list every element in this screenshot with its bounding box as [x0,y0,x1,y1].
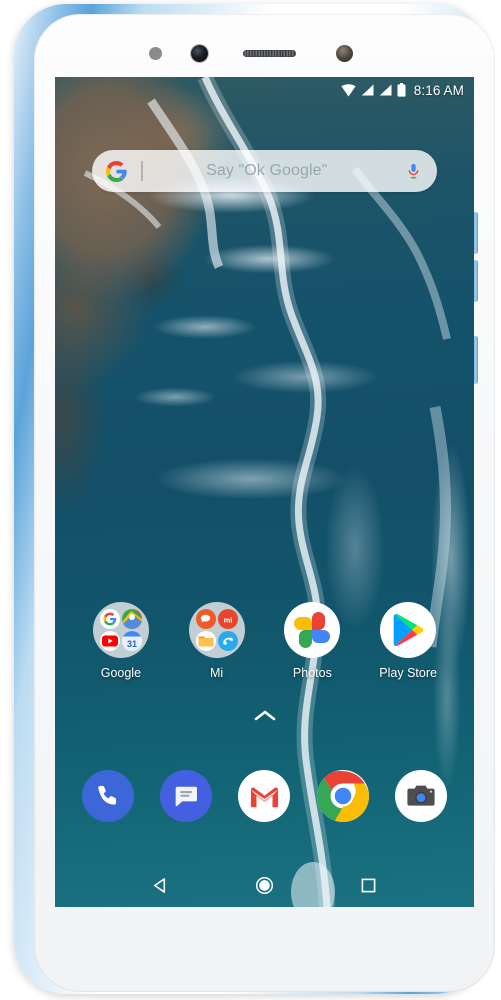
status-bar: 8:16 AM [55,77,474,103]
dock-item-messages[interactable] [147,770,225,822]
proximity-sensor [149,47,162,60]
home-button[interactable] [244,865,284,905]
dock [55,770,474,822]
dock-item-camera[interactable] [382,770,460,822]
recents-button[interactable] [348,865,388,905]
app-label-mi: Mi [210,666,224,680]
back-button[interactable] [141,865,181,905]
mi-store-icon: mi [217,609,238,629]
dock-item-gmail[interactable] [225,770,303,822]
mi-drop-icon [217,631,238,651]
app-label-google: Google [100,666,142,680]
home-app-grid: 31 Google mi Mi Photos Play Store [55,602,474,680]
chevron-up-icon[interactable] [254,709,276,722]
home-circle-icon[interactable] [255,876,274,895]
google-calendar-icon: 31 [121,631,142,651]
mic-icon[interactable] [405,160,422,182]
phone-icon[interactable] [82,770,135,822]
mi-file-manager-icon [195,631,216,651]
notification-led [336,45,353,62]
battery-icon [397,83,406,97]
signal-icon-1 [361,84,374,96]
phone-frame: 8:16 AM Say "Ok Google" 31 Google mi Mi … [14,4,495,994]
google-maps-icon [121,609,142,629]
chrome-icon[interactable] [316,770,369,822]
app-icon-play-store[interactable]: Play Store [360,602,456,680]
navigation-bar [55,863,474,907]
app-label-photos: Photos [292,666,332,680]
svg-text:31: 31 [127,639,137,649]
youtube-icon [99,631,120,651]
google-folder-icon[interactable]: 31 [92,602,149,658]
google-search-icon [99,609,120,629]
camera-icon[interactable] [394,770,447,822]
back-triangle-icon[interactable] [152,877,169,894]
google-photos-icon[interactable] [284,602,341,658]
front-camera [191,45,208,62]
signal-icon-2 [379,84,392,96]
gmail-icon[interactable] [238,770,291,822]
app-icon-mi-folder[interactable]: mi Mi [169,602,265,680]
google-search-bar[interactable]: Say "Ok Google" [92,150,437,192]
mi-community-icon [195,609,216,629]
status-time: 8:16 AM [413,82,464,98]
google-play-store-icon[interactable] [380,602,437,658]
wifi-icon [341,83,356,96]
dock-item-phone[interactable] [69,770,147,822]
app-drawer-handle[interactable] [55,709,474,722]
messages-icon[interactable] [160,770,213,822]
phone-screen[interactable]: 8:16 AM Say "Ok Google" 31 Google mi Mi … [55,77,474,907]
google-g-icon[interactable] [105,160,128,183]
svg-text:mi: mi [223,615,232,624]
recents-square-icon[interactable] [361,878,376,893]
dock-item-chrome[interactable] [304,770,382,822]
search-input[interactable]: Say "Ok Google" [135,162,406,180]
earpiece-speaker [243,50,296,57]
app-label-play-store: Play Store [379,666,437,680]
mi-folder-icon[interactable]: mi [188,602,245,658]
search-divider [141,161,143,181]
app-icon-google-folder[interactable]: 31 Google [73,602,169,680]
app-icon-photos[interactable]: Photos [265,602,361,680]
